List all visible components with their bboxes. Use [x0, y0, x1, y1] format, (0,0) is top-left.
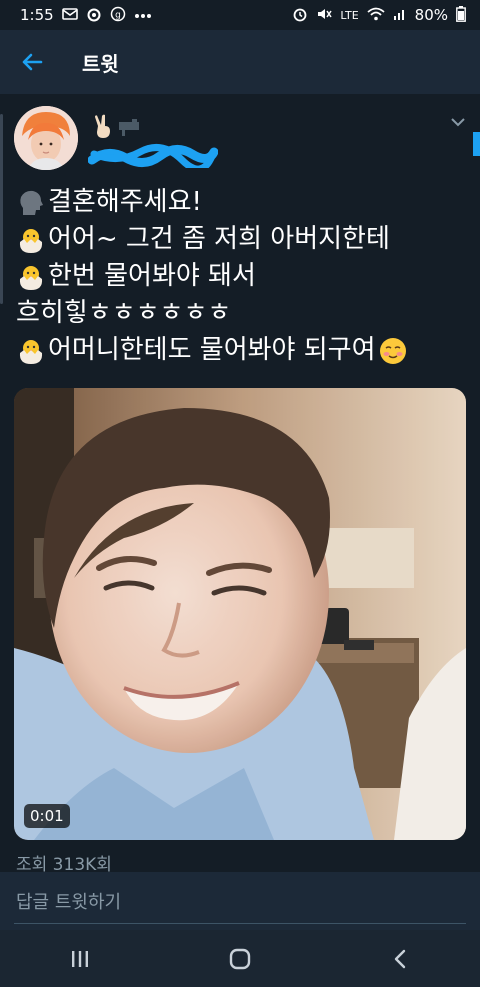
status-right: LTE 80%	[292, 5, 466, 25]
home-button[interactable]	[190, 930, 290, 987]
wifi-icon	[367, 7, 385, 24]
tweet-menu-caret[interactable]	[450, 112, 466, 131]
redacted-username	[88, 144, 218, 168]
video-thumbnail	[14, 388, 466, 840]
tweet-line: 어어~ 그건 좀 저희 아버지한테	[16, 221, 466, 258]
reply-input[interactable]: 답글 트윗하기	[0, 872, 480, 930]
smiling-face-icon	[378, 336, 408, 366]
battery-percent: 80%	[414, 6, 448, 24]
tweet-line-text: 한번 물어봐야 돼서	[48, 261, 256, 291]
back-arrow-icon	[22, 53, 43, 71]
svg-text:g: g	[115, 10, 121, 20]
alarm-icon	[292, 6, 308, 25]
status-time: 1:55	[20, 6, 54, 24]
system-back-button[interactable]	[350, 930, 450, 987]
tweet-line-text: 흐히힣ㅎㅎㅎㅎㅎㅎ	[16, 298, 232, 328]
mute-icon	[316, 6, 332, 25]
record-icon	[86, 6, 102, 25]
hatching-chick-icon	[16, 225, 46, 255]
hatching-chick-icon	[16, 262, 46, 292]
app-header: 트윗	[0, 30, 480, 94]
camera-icon	[118, 117, 140, 142]
back-chevron-icon	[394, 949, 406, 968]
more-notifications-icon	[134, 8, 152, 22]
avatar[interactable]	[14, 106, 78, 170]
speaking-head-icon	[16, 188, 46, 218]
video-duration: 0:01	[24, 804, 70, 828]
view-count: 조회 313K회	[16, 855, 112, 872]
scrollbar[interactable]	[0, 114, 3, 304]
home-icon	[229, 948, 251, 969]
video-player[interactable]: 0:01	[14, 388, 466, 840]
tweet-line: 흐히힣ㅎㅎㅎㅎㅎㅎ	[16, 295, 466, 332]
tweet-line-text: 어어~ 그건 좀 저희 아버지한테	[48, 224, 390, 254]
tweet-text: 결혼해주세요! 어어~ 그건 좀 저희 아버지한테 한번 물어봐야 돼서 흐히힣…	[16, 184, 466, 369]
hatching-chick-icon	[16, 336, 46, 366]
recent-apps-icon	[72, 950, 88, 967]
status-bar: 1:55 g LTE 80%	[0, 0, 480, 30]
signal-icon	[393, 7, 407, 24]
status-left: 1:55 g	[20, 6, 152, 25]
recent-apps-button[interactable]	[30, 930, 130, 987]
page-title: 트윗	[82, 51, 119, 76]
mail-icon	[61, 7, 78, 23]
battery-icon	[456, 5, 466, 25]
tweet-line-text: 결혼해주세요!	[48, 187, 202, 217]
reply-bar: 답글 트윗하기	[0, 872, 480, 930]
chevron-down-icon	[451, 118, 465, 127]
g-app-icon: g	[110, 6, 126, 25]
back-button[interactable]	[0, 30, 64, 94]
reply-underline	[14, 923, 466, 924]
tweet-line-text: 어머니한테도 물어봐야 되구여	[48, 335, 376, 365]
tweet-detail[interactable]: 결혼해주세요! 어어~ 그건 좀 저희 아버지한테 한번 물어봐야 돼서 흐히힣…	[0, 94, 480, 872]
edge-indicator	[473, 132, 480, 156]
tweet-line: 어머니한테도 물어봐야 되구여	[16, 332, 466, 369]
tweet-line: 한번 물어봐야 돼서	[16, 258, 466, 295]
tweet-line: 결혼해주세요!	[16, 184, 466, 221]
system-nav-bar	[0, 930, 480, 987]
network-type: LTE	[340, 8, 359, 22]
